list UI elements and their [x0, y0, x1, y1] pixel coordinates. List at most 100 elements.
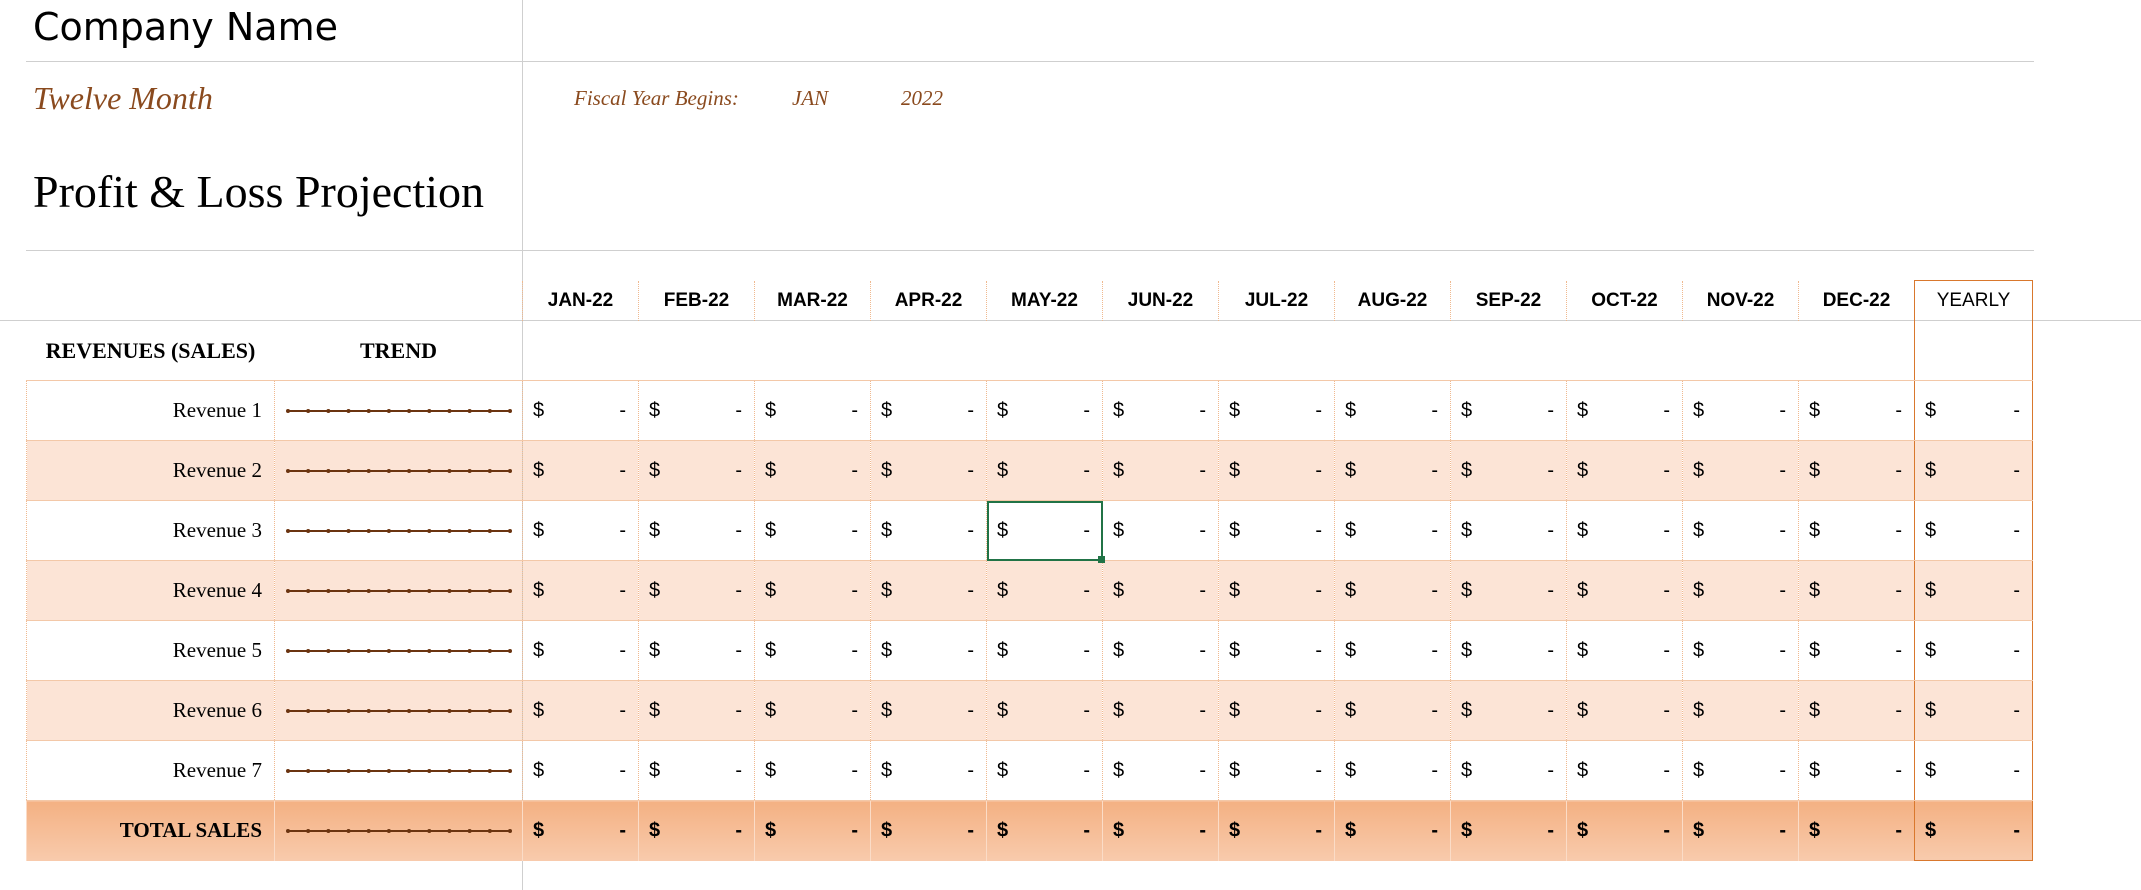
value-cell[interactable]: $ -	[754, 500, 871, 561]
selected-cell[interactable]: $ -	[986, 500, 1103, 561]
value-cell[interactable]: $ -	[1798, 620, 1915, 681]
value-cell[interactable]: $ -	[1218, 560, 1335, 621]
trend-header[interactable]: TREND	[274, 321, 523, 381]
total-value-cell[interactable]: $ -	[522, 800, 639, 861]
value-cell[interactable]: $ -	[1682, 680, 1799, 741]
month-header[interactable]: APR-22	[870, 280, 987, 321]
value-cell[interactable]: $ -	[986, 380, 1103, 441]
subtitle[interactable]: Twelve Month	[33, 78, 213, 118]
value-cell[interactable]: $ -	[1102, 560, 1219, 621]
fill-handle[interactable]	[1097, 555, 1105, 563]
value-cell[interactable]: $ -	[638, 560, 755, 621]
value-cell[interactable]: $ -	[986, 620, 1103, 681]
row-label[interactable]: Revenue 2	[26, 440, 275, 501]
value-cell[interactable]: $ -	[1102, 680, 1219, 741]
value-cell[interactable]: $ -	[522, 680, 639, 741]
value-cell[interactable]: $ -	[986, 680, 1103, 741]
total-value-cell[interactable]: $ -	[1798, 800, 1915, 861]
month-header[interactable]: NOV-22	[1682, 280, 1799, 321]
total-value-cell[interactable]: $ -	[1450, 800, 1567, 861]
value-cell[interactable]: $ -	[1566, 440, 1683, 501]
row-label[interactable]: Revenue 7	[26, 740, 275, 801]
value-cell[interactable]: $ -	[1218, 740, 1335, 801]
value-cell[interactable]: $ -	[1682, 440, 1799, 501]
yearly-value-cell[interactable]: $ -	[1914, 680, 2033, 741]
total-value-cell[interactable]: $ -	[870, 800, 987, 861]
value-cell[interactable]: $ -	[1798, 380, 1915, 441]
value-cell[interactable]: $ -	[1682, 740, 1799, 801]
value-cell[interactable]: $ -	[1798, 680, 1915, 741]
value-cell[interactable]: $ -	[870, 440, 987, 501]
value-cell[interactable]: $ -	[1798, 560, 1915, 621]
month-header[interactable]: DEC-22	[1798, 280, 1915, 321]
row-label[interactable]: Revenue 6	[26, 680, 275, 741]
value-cell[interactable]: $ -	[986, 740, 1103, 801]
value-cell[interactable]: $ -	[870, 740, 987, 801]
total-value-cell[interactable]: $ -	[1682, 800, 1799, 861]
value-cell[interactable]: $ -	[1102, 380, 1219, 441]
row-label[interactable]: Revenue 5	[26, 620, 275, 681]
value-cell[interactable]: $ -	[1566, 560, 1683, 621]
value-cell[interactable]: $ -	[754, 680, 871, 741]
fiscal-month-value[interactable]: JAN	[792, 84, 828, 112]
value-cell[interactable]: $ -	[754, 620, 871, 681]
total-label[interactable]: TOTAL SALES	[26, 800, 275, 861]
empty-cell[interactable]	[754, 321, 871, 381]
value-cell[interactable]: $ -	[1218, 680, 1335, 741]
yearly-value-cell[interactable]: $ -	[1914, 740, 2033, 801]
value-cell[interactable]: $ -	[1798, 440, 1915, 501]
value-cell[interactable]: $ -	[522, 620, 639, 681]
yearly-value-cell[interactable]: $ -	[1914, 560, 2033, 621]
value-cell[interactable]: $ -	[1450, 680, 1567, 741]
value-cell[interactable]: $ -	[1682, 380, 1799, 441]
value-cell[interactable]: $ -	[1218, 380, 1335, 441]
total-yearly-cell[interactable]: $ -	[1914, 800, 2033, 861]
empty-cell[interactable]	[1682, 321, 1799, 381]
value-cell[interactable]: $ -	[1682, 500, 1799, 561]
value-cell[interactable]: $ -	[1682, 560, 1799, 621]
value-cell[interactable]: $ -	[1450, 560, 1567, 621]
value-cell[interactable]: $ -	[1334, 560, 1451, 621]
value-cell[interactable]: $ -	[638, 620, 755, 681]
value-cell[interactable]: $ -	[1566, 380, 1683, 441]
value-cell[interactable]: $ -	[638, 440, 755, 501]
fiscal-year-value[interactable]: 2022	[901, 84, 943, 112]
value-cell[interactable]: $ -	[1450, 500, 1567, 561]
value-cell[interactable]: $ -	[870, 380, 987, 441]
value-cell[interactable]: $ -	[522, 500, 639, 561]
month-header[interactable]: SEP-22	[1450, 280, 1567, 321]
yearly-value-cell[interactable]: $ -	[1914, 500, 2033, 561]
month-header[interactable]: MAR-22	[754, 280, 871, 321]
value-cell[interactable]: $ -	[1798, 500, 1915, 561]
total-value-cell[interactable]: $ -	[1218, 800, 1335, 861]
empty-cell[interactable]	[1102, 321, 1219, 381]
value-cell[interactable]: $ -	[754, 440, 871, 501]
company-name[interactable]: Company Name	[33, 2, 338, 52]
section-label[interactable]: REVENUES (SALES)	[26, 321, 275, 381]
value-cell[interactable]: $ -	[1218, 440, 1335, 501]
total-value-cell[interactable]: $ -	[1566, 800, 1683, 861]
value-cell[interactable]: $ -	[1102, 440, 1219, 501]
value-cell[interactable]: $ -	[1334, 380, 1451, 441]
value-cell[interactable]: $ -	[870, 620, 987, 681]
month-header[interactable]: MAY-22	[986, 280, 1103, 321]
value-cell[interactable]: $ -	[1218, 500, 1335, 561]
total-value-cell[interactable]: $ -	[1102, 800, 1219, 861]
value-cell[interactable]: $ -	[1798, 740, 1915, 801]
value-cell[interactable]: $ -	[1102, 620, 1219, 681]
month-header[interactable]: AUG-22	[1334, 280, 1451, 321]
month-header[interactable]: JUN-22	[1102, 280, 1219, 321]
month-header[interactable]: JUL-22	[1218, 280, 1335, 321]
value-cell[interactable]: $ -	[1682, 620, 1799, 681]
value-cell[interactable]: $ -	[522, 440, 639, 501]
total-value-cell[interactable]: $ -	[1334, 800, 1451, 861]
value-cell[interactable]: $ -	[986, 440, 1103, 501]
value-cell[interactable]: $ -	[1450, 620, 1567, 681]
month-header[interactable]: FEB-22	[638, 280, 755, 321]
value-cell[interactable]: $ -	[870, 560, 987, 621]
value-cell[interactable]: $ -	[754, 740, 871, 801]
row-label[interactable]: Revenue 1	[26, 380, 275, 441]
empty-cell[interactable]	[1334, 321, 1451, 381]
yearly-header[interactable]: YEARLY	[1914, 280, 2033, 321]
empty-cell[interactable]	[638, 321, 755, 381]
